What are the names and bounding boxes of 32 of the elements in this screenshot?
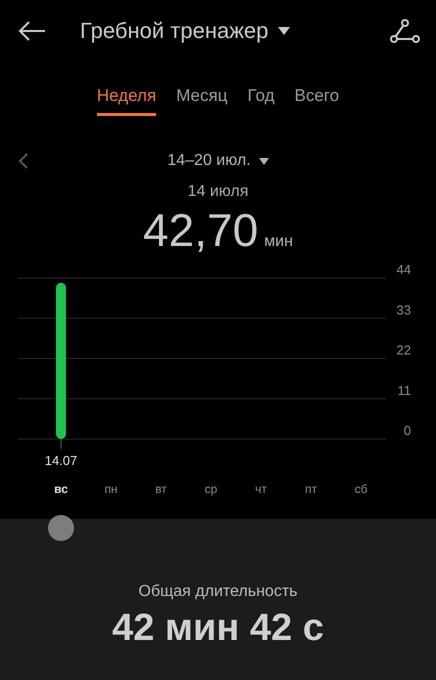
axis-tick-label: 0 bbox=[404, 423, 411, 438]
period-tab[interactable]: Месяц bbox=[176, 86, 228, 116]
duration-value: 42,70 bbox=[143, 203, 258, 257]
title-dropdown[interactable]: Гребной тренажер bbox=[80, 18, 390, 44]
day-label[interactable]: пт bbox=[305, 482, 317, 496]
axis-tick-label: 22 bbox=[396, 342, 411, 358]
period-tab[interactable]: Неделя bbox=[96, 86, 156, 116]
axis-tick-label: 11 bbox=[398, 382, 411, 398]
date-range-dropdown[interactable]: 14–20 июл. bbox=[167, 152, 269, 170]
axis-tick-label: 33 bbox=[396, 302, 411, 318]
back-button[interactable] bbox=[18, 20, 46, 42]
day-label[interactable]: сб bbox=[354, 482, 368, 496]
day-label[interactable]: чт bbox=[255, 482, 267, 496]
period-tab[interactable]: Всего bbox=[294, 86, 340, 116]
day-label[interactable]: пн bbox=[104, 482, 118, 496]
caret-icon bbox=[258, 158, 269, 164]
connected-nodes-icon bbox=[390, 19, 420, 43]
share-button[interactable] bbox=[390, 19, 420, 43]
summary-label: Общая длительность bbox=[138, 583, 298, 601]
selected-date: 14.07 bbox=[44, 453, 78, 468]
day-label[interactable]: вт bbox=[155, 482, 167, 496]
summary-value: 42 мин 42 с bbox=[112, 607, 324, 650]
back-arrow-icon bbox=[18, 20, 46, 42]
caret-icon bbox=[278, 27, 290, 35]
previous-button[interactable] bbox=[18, 153, 28, 169]
chevron-left-icon bbox=[18, 153, 28, 169]
day-label[interactable]: вс bbox=[54, 482, 68, 496]
axis-tick-label: 44 bbox=[396, 262, 411, 277]
duration-unit: мин bbox=[264, 233, 293, 251]
day-label[interactable]: ср bbox=[204, 482, 218, 496]
selected-day: 14 июля bbox=[0, 183, 436, 201]
period-tab[interactable]: Год bbox=[247, 86, 275, 116]
